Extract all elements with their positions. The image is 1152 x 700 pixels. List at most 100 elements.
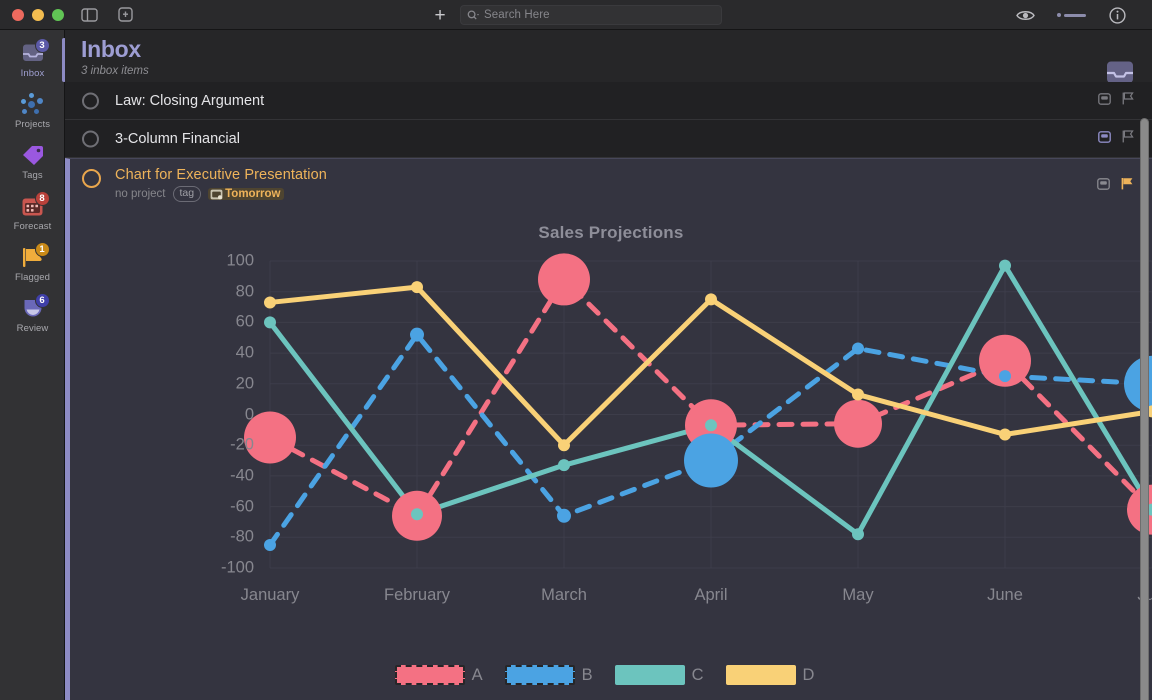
legend-swatch xyxy=(725,665,796,685)
y-axis-tick: -60 xyxy=(230,497,254,516)
page-header: Inbox 3 inbox items xyxy=(65,30,1152,83)
chart-point-D-0 xyxy=(264,296,276,309)
badge-count: 8 xyxy=(34,190,50,206)
complete-checkbox[interactable] xyxy=(82,130,99,147)
sidebar-toggle-icon[interactable] xyxy=(78,6,100,24)
legend-item-A[interactable]: A xyxy=(394,665,496,685)
search-placeholder: Search Here xyxy=(484,9,550,21)
y-axis-tick: 80 xyxy=(235,282,254,301)
due-date-label: Tomorrow xyxy=(225,188,281,200)
chart-point-D-3 xyxy=(705,293,717,306)
chart-point-B-1 xyxy=(410,327,424,342)
app-window: + Search Here 3 Inbox Projects Tags 8 Fo… xyxy=(0,0,1152,700)
x-axis-tick: May xyxy=(842,586,874,604)
tag-chip[interactable]: tag xyxy=(172,186,202,202)
note-icon[interactable] xyxy=(1097,177,1110,195)
due-date-badge[interactable]: Tomorrow xyxy=(208,188,284,200)
chart-point-B-2 xyxy=(557,508,571,523)
complete-checkbox[interactable] xyxy=(82,92,99,109)
x-axis-tick: April xyxy=(694,586,728,604)
search-icon xyxy=(467,9,480,21)
close-button[interactable] xyxy=(12,8,24,21)
sidebar-item-review[interactable]: 6 Review xyxy=(0,289,65,340)
sidebar-item-inbox[interactable]: 3 Inbox xyxy=(0,34,66,85)
chart-point-D-4 xyxy=(852,388,864,401)
chart-point-D-2 xyxy=(558,439,570,452)
y-axis-tick: -80 xyxy=(230,527,254,546)
legend-item-D[interactable]: D xyxy=(725,665,828,685)
project-label: no project xyxy=(115,188,166,200)
toolbar-center: + Search Here xyxy=(0,0,1152,30)
legend-item-C[interactable]: C xyxy=(614,665,717,685)
titlebar: + Search Here xyxy=(0,0,1152,30)
page-subtitle: 3 inbox items xyxy=(81,65,149,77)
x-axis-tick: June xyxy=(987,586,1023,604)
zoom-button[interactable] xyxy=(52,8,64,21)
flag-icon[interactable] xyxy=(1122,91,1134,110)
row-icons xyxy=(1097,177,1134,195)
legend-swatch xyxy=(614,665,685,685)
chart-point-B-5 xyxy=(999,370,1011,383)
task-title: Law: Closing Argument xyxy=(115,92,265,109)
table-row[interactable]: 3-Column Financial xyxy=(65,120,1152,158)
row-icons xyxy=(1098,91,1134,110)
note-icon[interactable] xyxy=(1098,92,1111,110)
calendar-icon xyxy=(210,189,223,199)
sidebar-item-label: Projects xyxy=(14,118,51,130)
task-title: Chart for Executive Presentation xyxy=(115,167,327,183)
chart-point-C-5 xyxy=(999,259,1011,272)
add-item-button[interactable]: + xyxy=(430,6,450,25)
toolbar-right xyxy=(1002,0,1152,30)
review-icon: 6 xyxy=(18,292,50,321)
complete-checkbox[interactable] xyxy=(82,169,101,188)
chart-point-C-1 xyxy=(411,508,423,521)
sidebar-item-projects[interactable]: Projects xyxy=(0,85,65,136)
inbox-icon: 3 xyxy=(18,37,50,66)
minimize-button[interactable] xyxy=(32,8,44,21)
chart-point-B-4 xyxy=(852,342,864,355)
tag-icon xyxy=(18,143,48,168)
sidebar: 3 Inbox Projects Tags 8 Forecast 1 Flagg… xyxy=(0,30,66,700)
chart-point-B-0 xyxy=(264,538,276,551)
window-controls xyxy=(0,8,64,21)
sidebar-item-label: Inbox xyxy=(20,67,45,79)
legend-label: B xyxy=(581,665,593,684)
chart-point-C-4 xyxy=(852,528,864,541)
page-title: Inbox xyxy=(81,36,141,62)
task-title: 3-Column Financial xyxy=(115,130,240,147)
flag-icon: 1 xyxy=(18,241,50,270)
eye-icon[interactable] xyxy=(1002,0,1048,30)
chart-panel: Sales Projections 100 80 60 40 20 0 -20 -40 -60 -… xyxy=(65,209,1152,700)
sidebar-item-label: Flagged xyxy=(14,271,51,283)
sidebar-item-forecast[interactable]: 8 Forecast xyxy=(0,187,65,238)
y-axis-tick: 60 xyxy=(235,312,254,331)
chart-point-C-2 xyxy=(558,459,570,472)
chart-point-A-4 xyxy=(834,399,882,448)
selected-task-row[interactable]: Chart for Executive Presentation no proj… xyxy=(65,158,1152,209)
chart-title: Sales Projections xyxy=(538,223,684,242)
chart-point-B-3 xyxy=(684,433,738,488)
y-axis-tick: 100 xyxy=(226,251,254,270)
sidebar-item-flagged[interactable]: 1 Flagged xyxy=(0,238,65,289)
add-inspector-icon[interactable] xyxy=(114,6,136,24)
x-axis-tick: February xyxy=(383,586,451,604)
slider-control[interactable] xyxy=(1048,0,1094,30)
y-axis-tick: -100 xyxy=(220,558,254,577)
info-icon[interactable] xyxy=(1094,0,1140,30)
legend-item-B[interactable]: B xyxy=(504,665,606,685)
table-row[interactable]: Law: Closing Argument xyxy=(65,82,1152,120)
chart-plot-area: 100 80 60 40 20 0 -20 -40 -60 -80 -100 January Febru… xyxy=(70,243,1152,643)
x-axis-tick: March xyxy=(541,586,587,604)
y-axis-tick: -20 xyxy=(230,435,254,454)
y-axis-tick: 20 xyxy=(235,374,254,393)
vertical-scrollbar[interactable] xyxy=(1140,118,1149,700)
sidebar-item-tags[interactable]: Tags xyxy=(0,136,65,187)
legend-swatch xyxy=(394,665,465,685)
chart-point-D-5 xyxy=(999,428,1011,441)
note-icon[interactable] xyxy=(1098,130,1111,148)
search-input[interactable]: Search Here xyxy=(460,5,722,25)
badge-count: 1 xyxy=(34,241,50,257)
sidebar-item-label: Tags xyxy=(22,169,43,181)
flag-icon[interactable] xyxy=(1121,177,1134,195)
flag-icon[interactable] xyxy=(1122,129,1134,148)
